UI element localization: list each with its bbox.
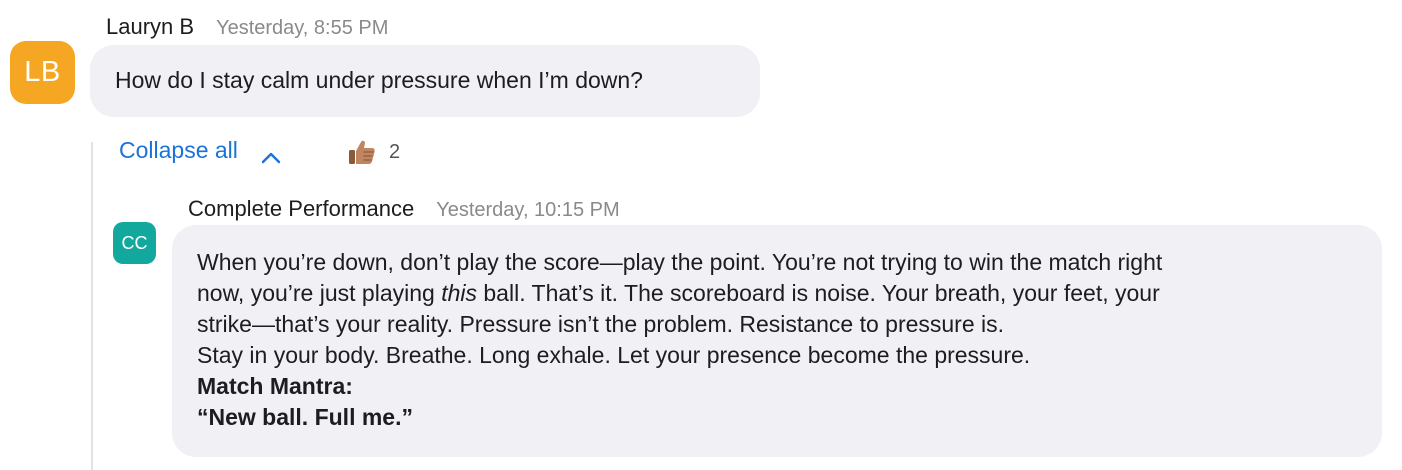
message-text: How do I stay calm under pressure when I… [115,67,643,93]
thumbs-up-reaction[interactable]: 2 [347,137,400,167]
avatar-lauryn[interactable]: LB [10,41,75,104]
message-header: Lauryn B Yesterday, 8:55 PM [106,14,388,40]
avatar-initials: LB [24,56,61,88]
collapse-all-label: Collapse all [119,137,238,163]
reaction-count: 2 [389,140,401,163]
reply-line-3: strike—that’s your reality. Pressure isn… [197,311,1005,337]
reply-timestamp: Yesterday, 10:15 PM [436,199,620,221]
reply-text: now, you’re just playing [197,280,442,306]
avatar-initials: CC [121,232,148,253]
message-timestamp: Yesterday, 8:55 PM [216,17,389,39]
sender-name[interactable]: Complete Performance [188,196,414,222]
mantra-heading: Match Mantra: [197,373,353,399]
reply-bubble[interactable]: When you’re down, don’t play the score—p… [172,225,1382,457]
reply-line-1: When you’re down, don’t play the score—p… [197,249,1163,275]
reply-header: Complete Performance Yesterday, 10:15 PM [188,196,620,222]
chevron-up-icon [260,144,282,163]
thumbs-up-icon [347,137,377,167]
collapse-all-button[interactable]: Collapse all [119,137,282,164]
thread-line [91,142,93,470]
reply-line-2: now, you’re just playing this ball. That… [197,278,1362,309]
emphasis-text: this [441,280,477,306]
reply-text: ball. That’s it. The scoreboard is noise… [477,280,1160,306]
avatar-complete-performance[interactable]: CC [113,222,156,264]
sender-name[interactable]: Lauryn B [106,14,194,40]
reply-line-4: Stay in your body. Breathe. Long exhale.… [197,342,1031,368]
mantra-text: “New ball. Full me.” [197,404,413,430]
message-bubble[interactable]: How do I stay calm under pressure when I… [90,45,760,117]
